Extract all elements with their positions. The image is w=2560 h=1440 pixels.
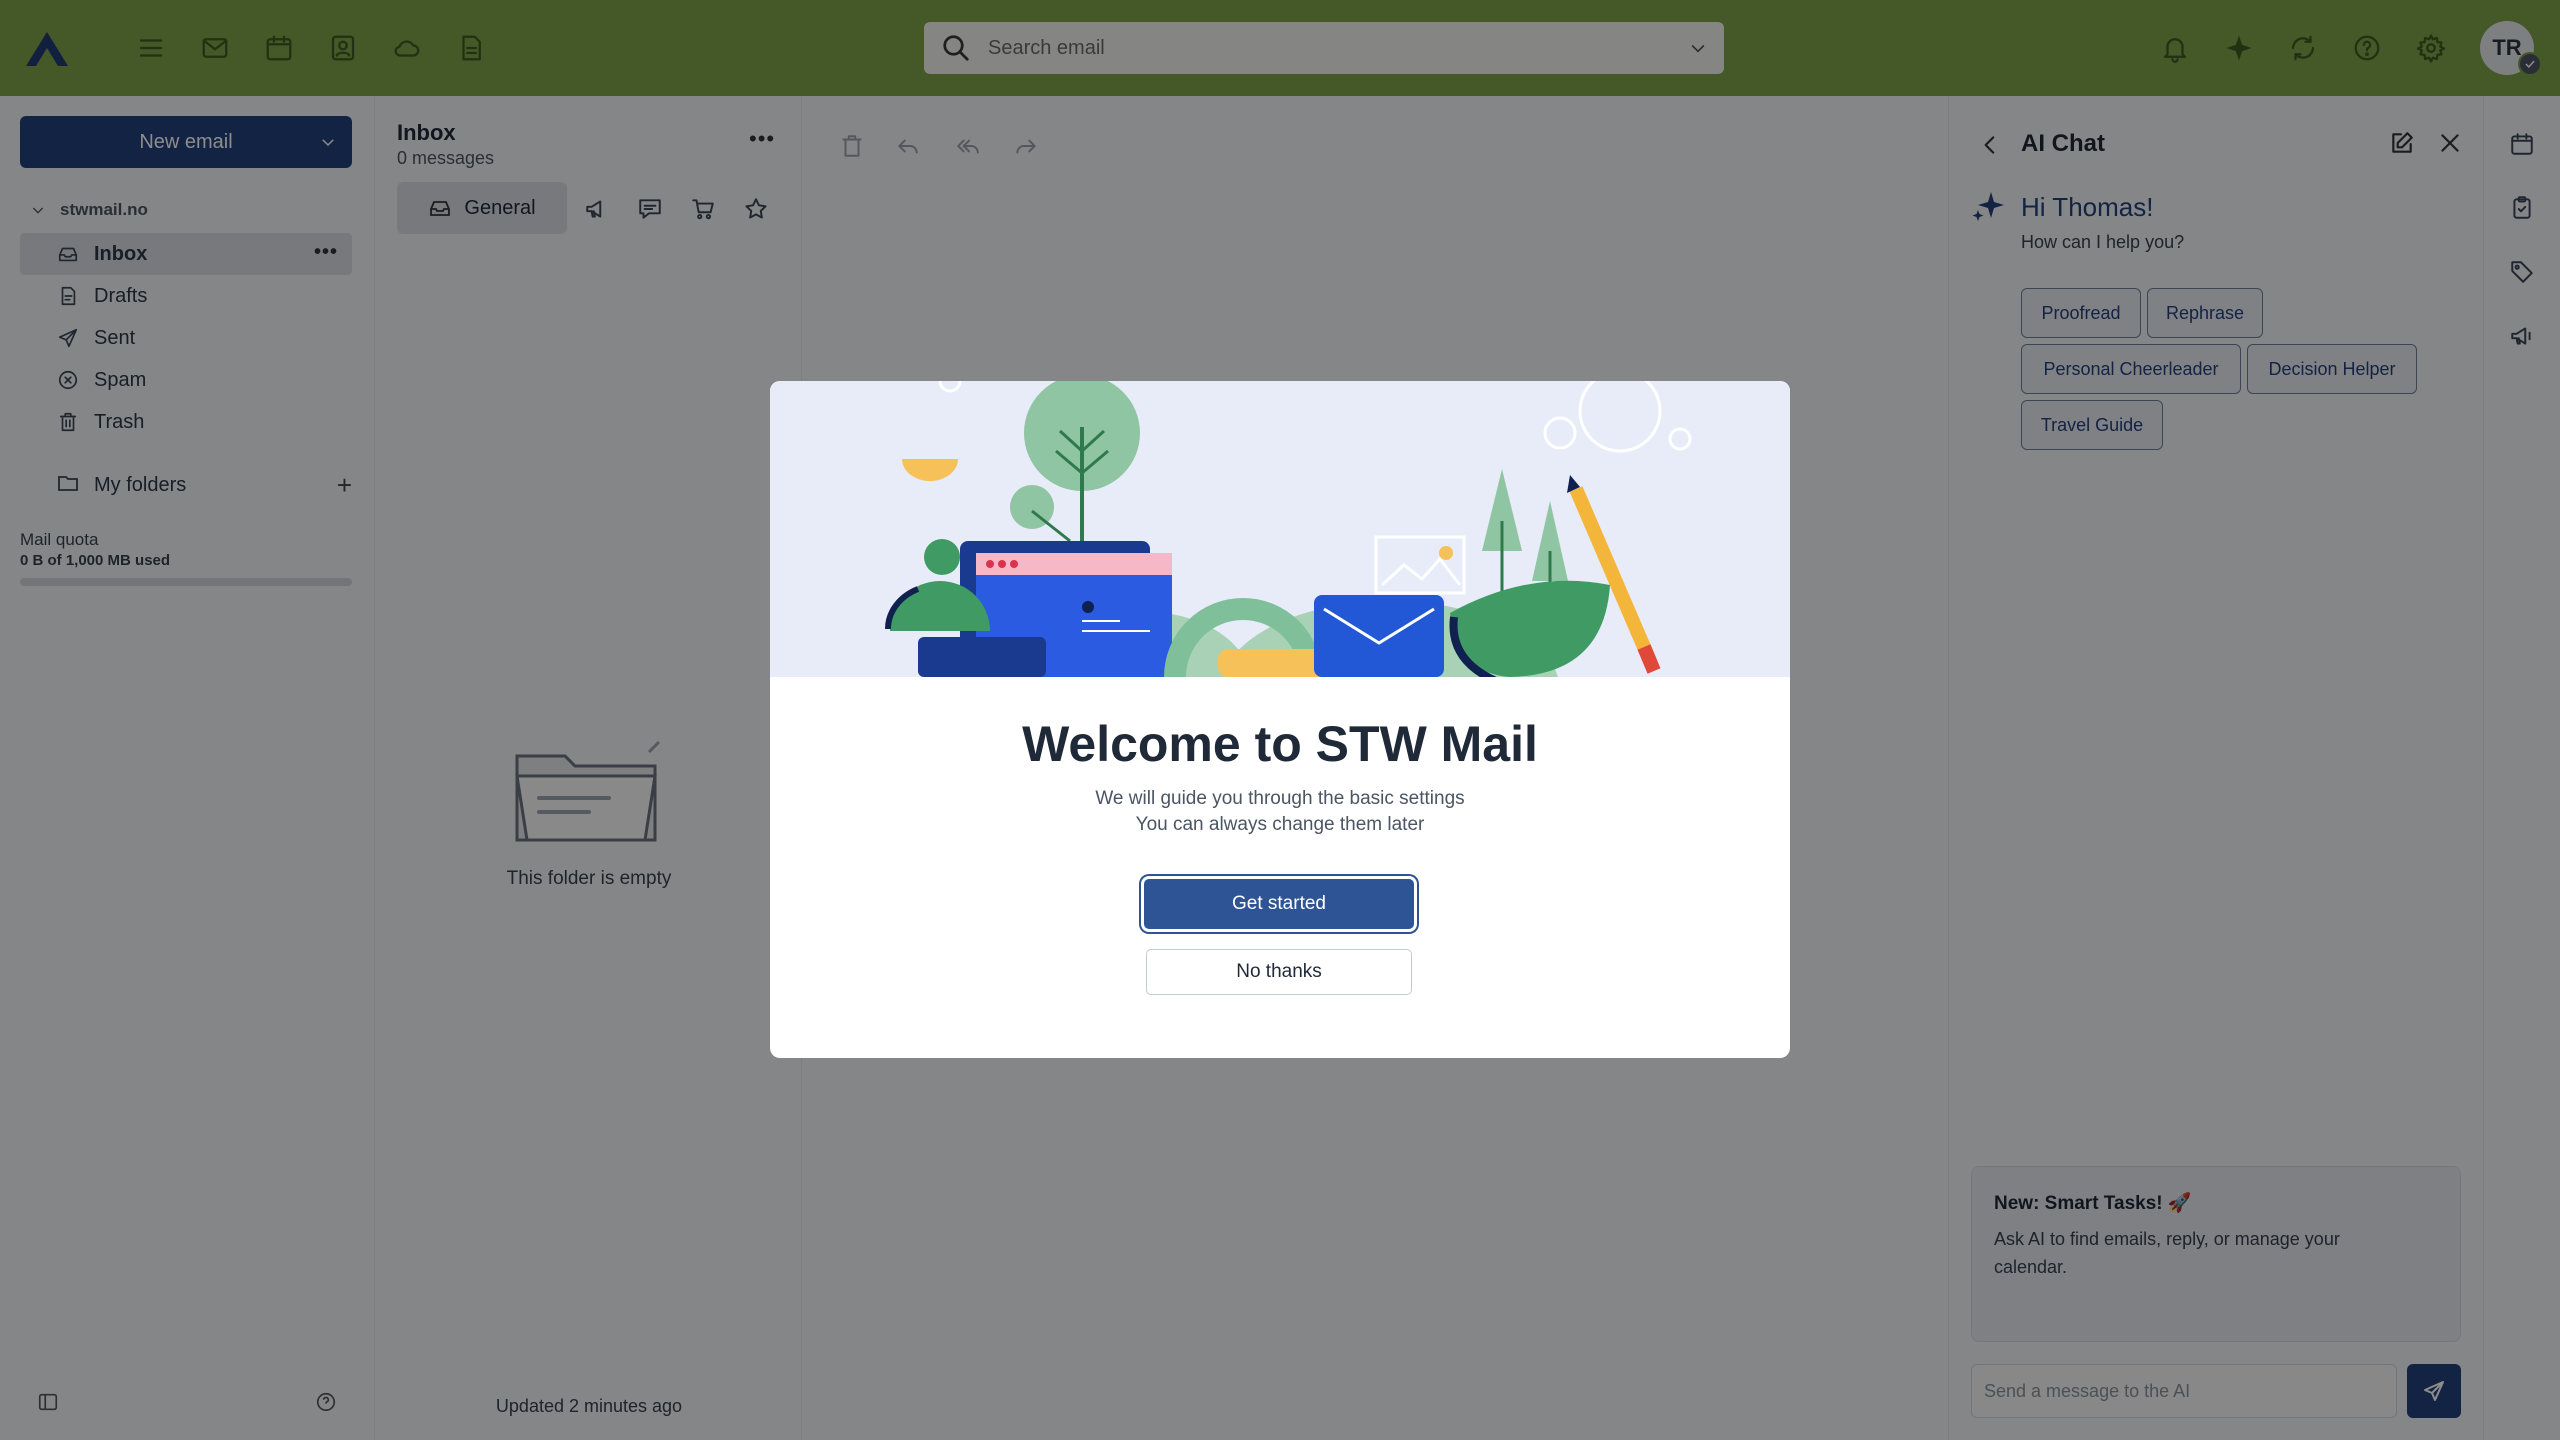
modal-subtitle-line2: You can always change them later [1135, 814, 1425, 835]
no-thanks-button[interactable]: No thanks [1146, 949, 1412, 995]
get-started-button[interactable]: Get started [1144, 879, 1414, 929]
welcome-dialog: Welcome to STW Mail We will guide you th… [770, 381, 1790, 1058]
modal-title: Welcome to STW Mail [1022, 716, 1538, 772]
modal-subtitle-line1: We will guide you through the basic sett… [1095, 788, 1465, 809]
welcome-illustration [770, 381, 1790, 677]
